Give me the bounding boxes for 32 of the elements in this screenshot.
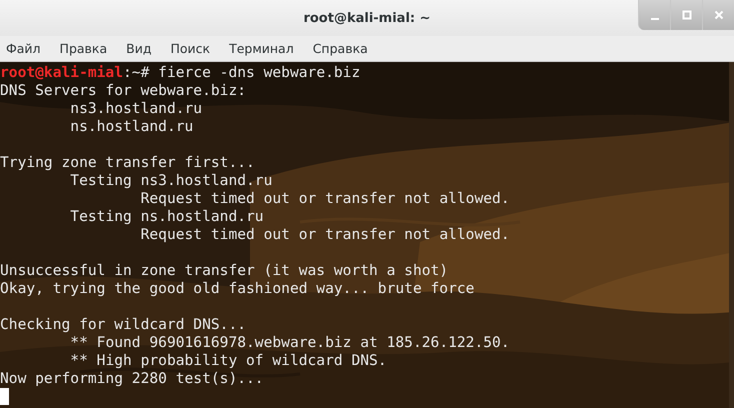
output-line: DNS Servers for webware.biz: <box>0 82 246 99</box>
prompt-host: root@kali-mial <box>0 64 124 81</box>
output-line: Request timed out or transfer not allowed. <box>140 226 510 243</box>
prompt-path: :~# <box>123 64 150 81</box>
command-text: fierce -dns webware.biz <box>158 64 360 81</box>
menu-item[interactable]: Терминал <box>229 41 302 56</box>
output-line: ns.hostland.ru <box>69 118 194 135</box>
output-line: ** High probability of wildcard DNS. <box>69 352 387 369</box>
output-line: Testing ns3.hostland.ru <box>69 172 272 189</box>
output-line: Now performing 2280 test(s)... <box>0 370 264 387</box>
menu-item[interactable]: Файл <box>6 41 49 56</box>
window-title: root@kali-mial: ~ <box>303 10 431 26</box>
scrollbar[interactable] <box>729 62 734 408</box>
output-line: Trying zone transfer first... <box>0 154 255 171</box>
minimize-button[interactable] <box>638 0 670 30</box>
output-line: ** Found 96901616978.webware.biz at 185.26.122.50. <box>69 334 510 351</box>
output-line: Unsuccessful in zone transfer (it was worth a shot) <box>0 262 448 279</box>
close-icon <box>714 10 724 20</box>
menu-item[interactable]: Вид <box>126 41 160 56</box>
menu-item[interactable]: Справка <box>312 41 376 56</box>
minimize-icon <box>650 18 658 20</box>
text-cursor <box>0 388 9 405</box>
output-line: ns3.hostland.ru <box>69 100 202 117</box>
output-line: Request timed out or transfer not allowed. <box>140 190 510 207</box>
menu-item[interactable]: Правка <box>60 41 116 56</box>
output-line: Testing ns.hostland.ru <box>69 208 264 225</box>
maximize-button[interactable] <box>670 0 702 30</box>
maximize-icon <box>682 10 692 20</box>
output-line: Okay, trying the good old fashioned way... brute force <box>0 280 474 297</box>
menu-item[interactable]: Поиск <box>170 41 218 56</box>
output-line: Checking for wildcard DNS... <box>0 316 246 333</box>
close-button[interactable] <box>702 0 734 30</box>
